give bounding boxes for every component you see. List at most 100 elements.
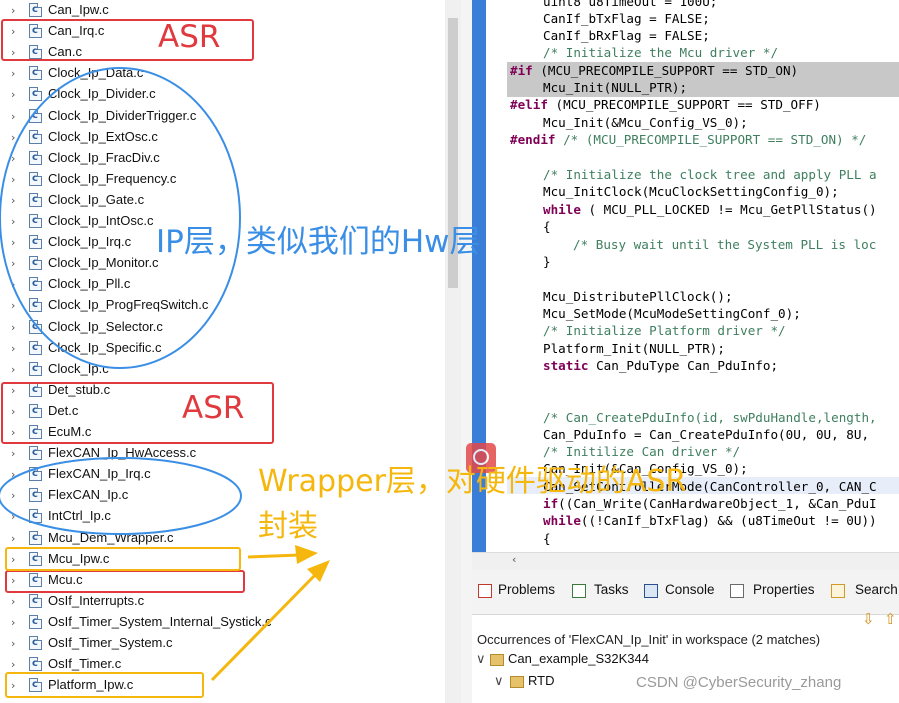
chevron-right-icon[interactable]: › (11, 637, 15, 650)
chevron-right-icon[interactable]: › (11, 447, 15, 460)
chevron-right-icon[interactable]: › (11, 215, 15, 228)
wrapper-layer-label-2: 封装 (258, 509, 318, 544)
console-icon (644, 584, 658, 598)
tree-item-label: Clock_Ip_ExtOsc.c (48, 128, 158, 144)
tree-item-label: IntCtrl_Ip.c (48, 508, 111, 524)
c-file-icon: c (29, 509, 42, 524)
code-comment: /* Busy wait until the System PLL is loc (573, 237, 877, 252)
code-line: uint8 u8TimeOut = 100U; (543, 0, 718, 9)
chevron-right-icon[interactable]: › (11, 299, 15, 312)
c-file-icon: c (29, 108, 42, 123)
asr-label-top: ASR (158, 19, 221, 55)
tree-item[interactable]: › c Clock_Ip_Data.c (0, 63, 465, 84)
tree-item-label: Clock_Ip_IntOsc.c (48, 213, 154, 228)
tree-item[interactable]: › c Clock_Ip_Divider.c (0, 84, 465, 105)
project-icon (490, 654, 504, 666)
watermark: CSDN @CyberSecurity_zhang (636, 674, 842, 691)
mcu-box (5, 570, 245, 593)
arrow-down-icon[interactable]: ⇩ (862, 610, 875, 628)
result-folder[interactable]: RTD (528, 673, 554, 688)
tree-item[interactable]: › c OsIf_Interrupts.c (0, 591, 465, 612)
tree-item[interactable]: › c Clock_Ip_Specific.c (0, 338, 465, 359)
tree-item-label: Clock_Ip_ProgFreqSwitch.c (48, 297, 209, 313)
chevron-right-icon[interactable]: › (11, 342, 15, 355)
chevron-right-icon[interactable]: › (11, 67, 15, 80)
tree-item[interactable]: › c Clock_Ip_Pll.c (0, 274, 465, 295)
code-line: Mcu_Init(NULL_PTR); (543, 80, 688, 95)
tab-console[interactable]: Console (665, 582, 715, 597)
chevron-right-icon[interactable]: › (11, 363, 15, 376)
wrapper-layer-label: Wrapper层，对硬件驱动的ASR (258, 464, 687, 499)
chevron-right-icon[interactable]: › (11, 173, 15, 186)
code-line: while ( MCU_PLL_LOCKED != Mcu_GetPllStat… (543, 202, 877, 217)
tree-item[interactable]: › c OsIf_Timer_System.c (0, 633, 465, 654)
code-directive: #elif (MCU_PRECOMPILE_SUPPORT == STD_OFF… (510, 97, 821, 112)
tab-problems[interactable]: Problems (498, 582, 555, 597)
chevron-right-icon[interactable]: › (11, 468, 15, 481)
tab-search[interactable]: Search (855, 582, 898, 597)
c-file-icon: c (29, 657, 42, 672)
tree-item[interactable]: › c OsIf_Timer_System_Internal_Systick.c (0, 612, 465, 633)
scroll-left-icon[interactable]: ‹ (512, 553, 516, 566)
chevron-right-icon[interactable]: › (11, 110, 15, 123)
chevron-right-icon[interactable]: › (11, 278, 15, 291)
tree-item[interactable]: › c Clock_Ip_DividerTrigger.c (0, 106, 465, 127)
tree-item-label: FlexCAN_Ip_HwAccess.c (48, 445, 197, 461)
tree-item-label: Mcu_Dem_Wrapper.c (48, 529, 174, 545)
tree-item[interactable]: › c Can_Ipw.c (0, 0, 465, 21)
c-file-icon: c (29, 87, 42, 102)
c-file-icon: c (29, 171, 42, 186)
chevron-right-icon[interactable]: › (11, 88, 15, 101)
tree-item-label: FlexCAN_Ip_Irq.c (48, 466, 151, 482)
code-comment: /* Can_CreatePduInfo(id, swPduHandle,len… (543, 410, 877, 425)
tab-properties[interactable]: Properties (753, 582, 815, 597)
tree-item[interactable]: › c Mcu_Dem_Wrapper.c (0, 528, 465, 549)
c-file-icon: c (29, 192, 42, 207)
tree-item-label: FlexCAN_Ip.c (48, 487, 129, 503)
tree-item[interactable]: › c IntCtrl_Ip.c (0, 506, 465, 527)
tree-item[interactable]: › c Clock_Ip_ProgFreqSwitch.c (0, 295, 465, 316)
result-project[interactable]: Can_example_S32K344 (508, 651, 649, 666)
chevron-right-icon[interactable]: › (11, 510, 15, 523)
c-file-icon: c (29, 446, 42, 461)
chevron-right-icon[interactable]: › (11, 532, 15, 545)
chevron-right-icon[interactable]: › (11, 4, 15, 17)
chevron-down-icon[interactable]: ∨ (476, 651, 486, 667)
chevron-right-icon[interactable]: › (11, 194, 15, 207)
c-file-icon: c (29, 129, 42, 144)
tree-item[interactable]: › c Clock_Ip_Frequency.c (0, 169, 465, 190)
folder-icon (510, 676, 524, 688)
c-file-icon: c (29, 277, 42, 292)
arrow-up-icon[interactable]: ⇧ (884, 610, 897, 628)
chevron-right-icon[interactable]: › (11, 658, 15, 671)
tree-item[interactable]: › c Clock_Ip_FracDiv.c (0, 148, 465, 169)
chevron-right-icon[interactable]: › (11, 257, 15, 270)
chevron-down-icon[interactable]: ∨ (494, 673, 504, 689)
problems-icon (478, 584, 492, 598)
code-line: { (543, 219, 551, 234)
tree-item[interactable]: › c Clock_Ip_Gate.c (0, 190, 465, 211)
code-directive: #endif /* (MCU_PRECOMPILE_SUPPORT == STD… (510, 132, 867, 147)
chevron-right-icon[interactable]: › (11, 236, 15, 249)
properties-icon (730, 584, 744, 598)
editor-horizontal-scrollbar[interactable]: ‹ (472, 552, 899, 570)
tree-item-label: Clock_Ip_Specific.c (48, 339, 162, 355)
code-line: static Can_PduType Can_PduInfo; (543, 358, 779, 373)
tree-item-label: OsIf_Timer_System.c (48, 635, 173, 650)
tree-item[interactable]: › c Clock_Ip.c (0, 359, 465, 380)
chevron-right-icon[interactable]: › (11, 616, 15, 629)
code-line: Mcu_Init(&Mcu_Config_VS_0); (543, 115, 748, 130)
chevron-right-icon[interactable]: › (11, 131, 15, 144)
c-file-icon: c (29, 235, 42, 250)
tree-item[interactable]: › c Clock_Ip_Selector.c (0, 317, 465, 338)
chevron-right-icon[interactable]: › (11, 595, 15, 608)
tab-tasks[interactable]: Tasks (594, 582, 629, 597)
tree-item-label: Clock_Ip_Frequency.c (48, 170, 177, 186)
panel-divider[interactable] (461, 0, 472, 703)
code-line: Mcu_DistributePllClock(); (543, 289, 733, 304)
tree-item[interactable]: › c Clock_Ip_ExtOsc.c (0, 127, 465, 148)
chevron-right-icon[interactable]: › (11, 321, 15, 334)
chevron-right-icon[interactable]: › (11, 489, 15, 502)
chevron-right-icon[interactable]: › (11, 152, 15, 165)
tree-item-label: OsIf_Timer.c (48, 656, 122, 672)
